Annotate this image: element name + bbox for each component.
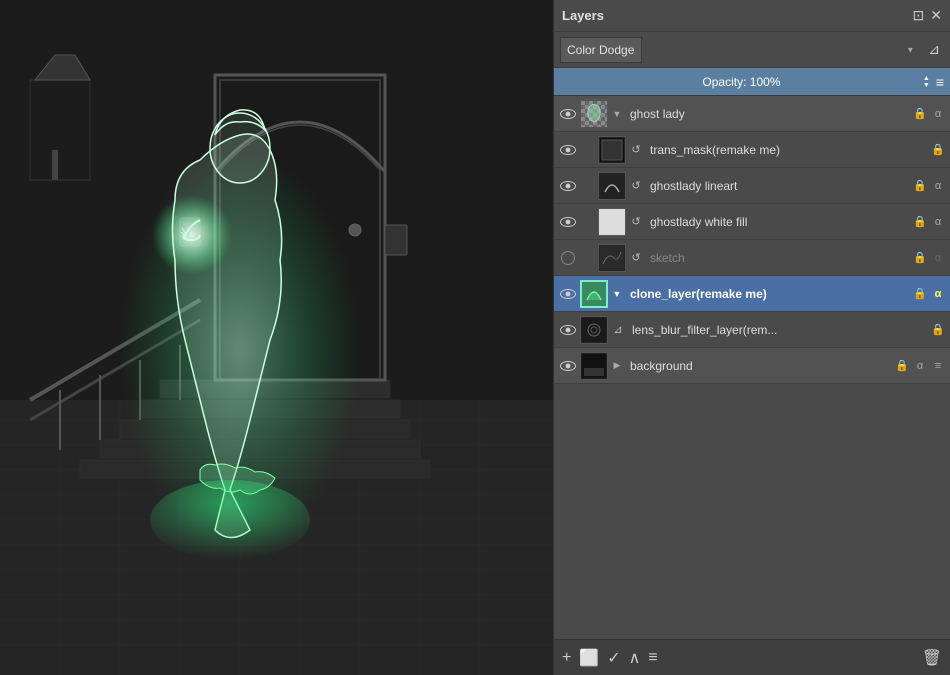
layers-panel: Layers ⊡ ✕ Color Dodge Normal Multiply S… bbox=[553, 0, 950, 675]
layers-header: Layers ⊡ ✕ bbox=[554, 0, 950, 32]
lock-icon[interactable]: 🔒 bbox=[930, 323, 946, 336]
move-down-button[interactable]: ✓ bbox=[607, 648, 620, 668]
type-icon: ↺ bbox=[628, 178, 644, 194]
lock-icon[interactable]: 🔒 bbox=[912, 179, 928, 192]
layer-thumbnail bbox=[580, 352, 608, 380]
delete-layer-button[interactable]: 🗑 bbox=[922, 648, 942, 668]
alpha-icon[interactable]: α bbox=[930, 288, 946, 300]
expand-arrow[interactable]: ▼ bbox=[610, 107, 624, 121]
layers-bottom-toolbar: + ⬜ ✓ ∧ ≡ 🗑 bbox=[554, 639, 950, 675]
layer-name: lens_blur_filter_layer(rem... bbox=[628, 323, 928, 337]
add-layer-button[interactable]: + bbox=[562, 649, 571, 667]
blend-mode-select[interactable]: Color Dodge Normal Multiply Screen Overl… bbox=[560, 37, 642, 63]
flatten-button[interactable]: ≡ bbox=[648, 649, 657, 667]
layer-row[interactable]: ▼ clone_layer(remake me) 🔒 α bbox=[554, 276, 950, 312]
alpha-icon[interactable]: α bbox=[930, 216, 946, 228]
visibility-toggle[interactable] bbox=[558, 356, 578, 376]
layer-row[interactable]: ▼ ghost lady 🔒 α bbox=[554, 96, 950, 132]
layer-thumbnail bbox=[580, 100, 608, 128]
layer-right-icons: 🔒 α bbox=[912, 107, 946, 120]
expand-icon[interactable]: ⊡ bbox=[913, 7, 925, 24]
alpha-icon[interactable]: α bbox=[930, 180, 946, 192]
layer-name: background bbox=[626, 359, 892, 373]
visibility-toggle[interactable] bbox=[558, 140, 578, 160]
layer-name: sketch bbox=[646, 251, 910, 265]
layer-name: ghostlady lineart bbox=[646, 179, 910, 193]
canvas-area bbox=[0, 0, 553, 675]
alpha-icon[interactable]: α bbox=[930, 108, 946, 120]
layer-row[interactable]: ↺ ghostlady white fill 🔒 α bbox=[554, 204, 950, 240]
visibility-toggle[interactable] bbox=[558, 176, 578, 196]
layer-row[interactable]: ⊿ lens_blur_filter_layer(rem... 🔒 bbox=[554, 312, 950, 348]
filter-icon: ⊿ bbox=[610, 322, 626, 338]
opacity-label: Opacity: 100% bbox=[560, 75, 923, 89]
layer-row[interactable]: ▶ background 🔒 α ≡ bbox=[554, 348, 950, 384]
lock-icon[interactable]: 🔒 bbox=[912, 215, 928, 228]
layer-row[interactable]: ↺ trans_mask(remake me) 🔒 bbox=[554, 132, 950, 168]
blend-mode-row: Color Dodge Normal Multiply Screen Overl… bbox=[554, 32, 950, 68]
blend-mode-wrapper: Color Dodge Normal Multiply Screen Overl… bbox=[560, 37, 920, 63]
layer-row[interactable]: ↺ sketch 🔒 α bbox=[554, 240, 950, 276]
visibility-toggle[interactable] bbox=[558, 284, 578, 304]
layer-thumbnail bbox=[598, 136, 626, 164]
layer-name: trans_mask(remake me) bbox=[646, 143, 928, 157]
visibility-toggle[interactable] bbox=[558, 248, 578, 268]
expand-arrow[interactable]: ▶ bbox=[610, 359, 624, 373]
layer-thumbnail bbox=[598, 244, 626, 272]
layer-right-icons: 🔒 bbox=[930, 143, 946, 156]
visibility-toggle[interactable] bbox=[558, 320, 578, 340]
visibility-toggle[interactable] bbox=[558, 104, 578, 124]
filter-icon[interactable]: ⊿ bbox=[924, 39, 944, 60]
layer-thumbnail bbox=[598, 172, 626, 200]
lock-icon[interactable]: 🔒 bbox=[894, 359, 910, 372]
close-icon[interactable]: ✕ bbox=[930, 7, 942, 24]
layer-right-icons: 🔒 α bbox=[912, 251, 946, 264]
bottom-left-icons: + ⬜ ✓ ∧ ≡ bbox=[562, 648, 658, 668]
lock-icon[interactable]: 🔒 bbox=[912, 287, 928, 300]
header-icons: ⊡ ✕ bbox=[913, 7, 942, 24]
type-icon: ↺ bbox=[628, 250, 644, 266]
layer-thumbnail bbox=[580, 280, 608, 308]
visibility-toggle[interactable] bbox=[558, 212, 578, 232]
layer-right-icons: 🔒 α bbox=[912, 215, 946, 228]
lock-icon[interactable]: 🔒 bbox=[912, 107, 928, 120]
layers-menu-icon[interactable]: ≡ bbox=[936, 74, 944, 90]
layer-thumbnail bbox=[580, 316, 608, 344]
layer-name: clone_layer(remake me) bbox=[626, 287, 910, 301]
opacity-row: Opacity: 100% ▲ ▼ ≡ bbox=[554, 68, 950, 96]
layer-right-icons: 🔒 α bbox=[912, 179, 946, 192]
type-icon: ↺ bbox=[628, 214, 644, 230]
move-up-button[interactable]: ∧ bbox=[629, 648, 641, 668]
layer-right-icons: 🔒 bbox=[930, 323, 946, 336]
type-icon: ↺ bbox=[628, 142, 644, 158]
layers-list: ▼ ghost lady 🔒 α ↺ trans_mask(remake me)… bbox=[554, 96, 950, 639]
layer-row[interactable]: ↺ ghostlady lineart 🔒 α bbox=[554, 168, 950, 204]
opacity-stepper[interactable]: ▲ ▼ bbox=[923, 75, 930, 89]
layer-thumbnail bbox=[598, 208, 626, 236]
layer-right-icons: 🔒 α ≡ bbox=[894, 359, 946, 372]
more-icon[interactable]: ≡ bbox=[930, 360, 946, 372]
lock-icon[interactable]: 🔒 bbox=[930, 143, 946, 156]
new-layer-button[interactable]: ⬜ bbox=[579, 648, 599, 668]
alpha-icon[interactable]: α bbox=[912, 360, 928, 372]
expand-arrow[interactable]: ▼ bbox=[610, 287, 624, 301]
layers-title: Layers bbox=[562, 8, 604, 23]
layer-right-icons: 🔒 α bbox=[912, 287, 946, 300]
lock-icon[interactable]: 🔒 bbox=[912, 251, 928, 264]
alpha-icon[interactable]: α bbox=[930, 252, 946, 264]
layer-name: ghost lady bbox=[626, 107, 910, 121]
layer-name: ghostlady white fill bbox=[646, 215, 910, 229]
